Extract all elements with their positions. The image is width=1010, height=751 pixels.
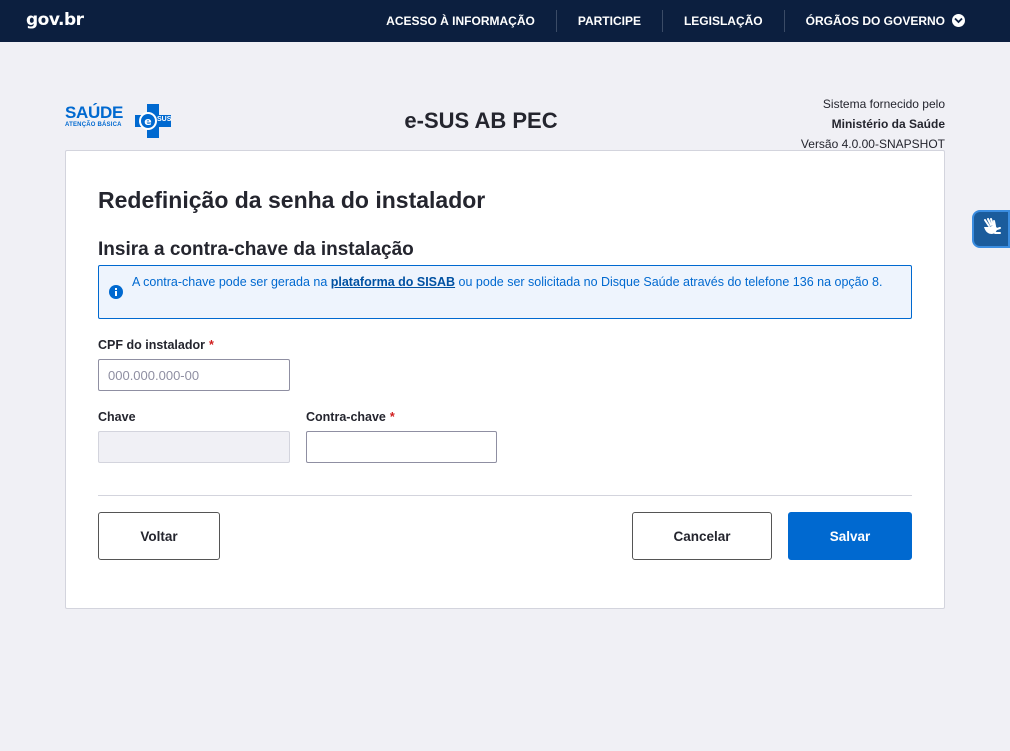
chevron-down-icon bbox=[952, 13, 965, 27]
vlibras-widget[interactable] bbox=[972, 210, 1010, 248]
required-mark: * bbox=[208, 338, 214, 352]
contra-chave-label-text: Contra-chave bbox=[306, 410, 386, 424]
chave-label: Chave bbox=[98, 410, 136, 424]
alert-text-before: A contra-chave pode ser gerada na bbox=[132, 275, 331, 289]
gov-top-bar: gov.br ACESSO À INFORMAÇÃO PARTICIPE LEG… bbox=[0, 0, 1010, 42]
alert-text: A contra-chave pode ser gerada na plataf… bbox=[132, 273, 902, 292]
form-divider bbox=[98, 495, 912, 496]
save-button[interactable]: Salvar bbox=[788, 512, 912, 560]
gov-nav: ACESSO À INFORMAÇÃO PARTICIPE LEGISLAÇÃO… bbox=[365, 0, 986, 42]
sisab-link[interactable]: plataforma do SISAB bbox=[331, 275, 455, 289]
reset-password-card: Redefinição da senha do instalador Insir… bbox=[65, 150, 945, 609]
govbr-logo[interactable]: gov.br bbox=[26, 10, 84, 30]
nav-orgaos-governo[interactable]: ÓRGÃOS DO GOVERNO bbox=[783, 10, 986, 32]
contra-chave-label: Contra-chave * bbox=[306, 410, 395, 424]
info-alert: A contra-chave pode ser gerada na plataf… bbox=[98, 265, 912, 319]
nav-legislacao[interactable]: LEGISLAÇÃO bbox=[661, 10, 784, 32]
info-icon bbox=[109, 285, 123, 304]
provider-line-1: Sistema fornecido pelo bbox=[822, 97, 945, 111]
contra-chave-input[interactable] bbox=[306, 431, 497, 463]
nav-acesso-informacao[interactable]: ACESSO À INFORMAÇÃO bbox=[365, 10, 556, 32]
nav-participe[interactable]: PARTICIPE bbox=[555, 10, 662, 32]
cancel-button[interactable]: Cancelar bbox=[632, 512, 772, 560]
required-mark: * bbox=[389, 410, 395, 424]
section-title: Insira a contra-chave da instalação bbox=[98, 239, 414, 260]
provider-line-2: Ministério da Saúde bbox=[831, 117, 945, 131]
page-title: Redefinição da senha do instalador bbox=[98, 187, 486, 213]
chave-input bbox=[98, 431, 290, 463]
back-button[interactable]: Voltar bbox=[98, 512, 220, 560]
nav-orgaos-governo-label: ÓRGÃOS DO GOVERNO bbox=[805, 14, 945, 28]
cpf-label: CPF do instalador * bbox=[98, 338, 214, 352]
cpf-input[interactable] bbox=[98, 359, 290, 391]
cpf-label-text: CPF do instalador bbox=[98, 338, 205, 352]
sign-language-icon bbox=[980, 216, 1002, 243]
alert-text-after: ou pode ser solicitada no Disque Saúde a… bbox=[455, 275, 883, 289]
provider-info: Sistema fornecido pelo Ministério da Saú… bbox=[801, 94, 945, 154]
